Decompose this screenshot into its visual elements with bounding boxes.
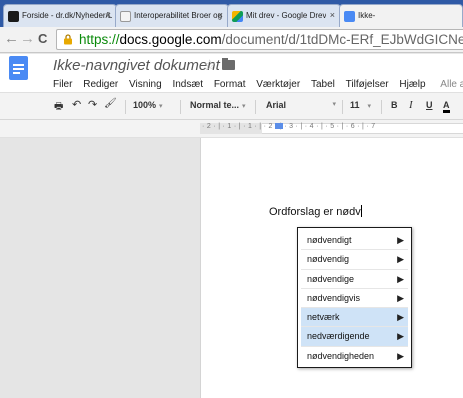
chevron-down-icon: ▾ [332, 101, 336, 108]
close-tab-icon[interactable]: × [106, 10, 111, 20]
folder-icon[interactable] [222, 58, 235, 70]
font-size-value: 11 [350, 100, 360, 110]
toolbar-divider [381, 100, 382, 114]
docs-header: Ikke-navngivet dokument ☆ Filer Rediger … [0, 54, 463, 92]
play-arrow-icon[interactable]: ▶ [397, 270, 404, 289]
toolbar-divider [255, 100, 256, 114]
underline-button[interactable]: U [426, 100, 433, 110]
suggestion-word: nødvendigheden [307, 350, 375, 361]
back-arrow-icon[interactable]: ← [4, 30, 19, 48]
play-arrow-icon[interactable]: ▶ [397, 308, 404, 327]
star-icon[interactable]: ☆ [203, 56, 216, 74]
tab-title: Forside - dr.dk/Nyheder/Ligε [22, 11, 112, 20]
toolbar-divider [342, 100, 343, 114]
close-tab-icon[interactable]: × [218, 10, 223, 20]
menu-tabel[interactable]: Tabel [311, 79, 335, 90]
italic-button[interactable]: I [409, 99, 413, 111]
browser-tab-dr[interactable]: Forside - dr.dk/Nyheder/Ligε × [3, 4, 117, 27]
text-color-button[interactable]: A [443, 100, 450, 113]
menu-indsaet[interactable]: Indsæt [172, 79, 203, 90]
browser-navbar: ← → C https://docs.google.com/document/d… [0, 27, 463, 53]
suggestion-item[interactable]: nødvendig ▶ [301, 250, 408, 270]
suggestion-item[interactable]: nedværdigende ▶ [301, 327, 408, 347]
style-dropdown[interactable]: Normal te... ▾ [190, 100, 246, 110]
menu-visning[interactable]: Visning [129, 79, 162, 90]
menu-rediger[interactable]: Rediger [83, 79, 118, 90]
suggestion-word: nødvendigt [307, 235, 352, 245]
suggestion-item[interactable]: nødvendigt ▶ [301, 231, 408, 251]
font-size-dropdown[interactable]: 11 ▾ [350, 100, 371, 110]
ruler: · 2 · | · 1 · | · 1 · | · 2 · | · 3 · | … [0, 120, 463, 138]
browser-tab-docs[interactable]: Ikke- [339, 4, 463, 27]
suggestion-word: nedværdigende [307, 331, 370, 342]
font-value: Arial [266, 100, 287, 110]
all-changes-saved-link[interactable]: Alle ændr [440, 79, 463, 90]
menu-hjaelp[interactable]: Hjælp [399, 79, 425, 90]
google-docs-icon [344, 11, 355, 22]
dr-favicon-icon [8, 11, 19, 22]
close-tab-icon[interactable]: × [330, 10, 335, 20]
google-drive-icon [232, 11, 243, 22]
chevron-down-icon: ▾ [367, 103, 372, 110]
print-icon[interactable]: 🖶 [54, 99, 63, 116]
redo-icon[interactable]: ↷ [88, 98, 97, 111]
chevron-down-icon: ▾ [159, 103, 163, 110]
paint-format-icon[interactable]: 🖌 [104, 98, 117, 109]
chevron-down-icon: ▾ [242, 103, 246, 110]
url-scheme: https:// [79, 32, 120, 47]
reload-icon[interactable]: C [38, 30, 47, 48]
suggestion-word: netværk [307, 312, 340, 323]
address-bar[interactable]: https://docs.google.com/document/d/1tdDM… [56, 29, 463, 50]
browser-tab-interoperabilitet[interactable]: Interoperabilitet Broer og La × [115, 4, 229, 27]
toolbar-divider [180, 100, 181, 114]
tab-title: Mit drev - Google Drev [246, 11, 327, 20]
suggestion-item[interactable]: nødvendige ▶ [301, 270, 408, 289]
menu-bar: Filer Rediger Visning Indsæt Format Værk… [53, 79, 463, 90]
suggestion-word: nødvendig [307, 254, 350, 265]
forward-arrow-icon[interactable]: → [20, 30, 35, 48]
suggestion-word: nødvendigvis [307, 292, 361, 303]
url-path: /document/d/1tdDMc-ERf_EJbWdGICNeGC6ufwt [221, 32, 463, 47]
undo-icon[interactable]: ↶ [72, 98, 81, 111]
play-arrow-icon[interactable]: ▶ [397, 327, 404, 346]
browser-tab-strip: Forside - dr.dk/Nyheder/Ligε × Interoper… [0, 0, 463, 27]
toolbar-divider [125, 100, 126, 114]
url-host: docs.google.com [119, 32, 222, 47]
document-body-text[interactable]: Ordforslag er nødv [269, 205, 362, 218]
suggestion-item[interactable]: nødvendigheden ▶ [301, 347, 408, 366]
play-arrow-icon[interactable]: ▶ [397, 231, 404, 250]
play-arrow-icon[interactable]: ▶ [397, 250, 404, 269]
text-cursor [360, 205, 362, 217]
google-docs-logo-icon[interactable] [9, 56, 28, 80]
tab-title: Ikke- [358, 11, 376, 20]
zoom-dropdown[interactable]: 100% ▾ [133, 100, 163, 110]
menu-tilfojelser[interactable]: Tilføjelser [346, 79, 389, 90]
document-title[interactable]: Ikke-navngivet dokument [53, 57, 220, 74]
menu-vaerktojer[interactable]: Værktøjer [256, 79, 300, 90]
formatting-toolbar: 🖶 ↶ ↷ 🖌 100% ▾ Normal te... ▾ Arial ▾ 11 ▾ B… [0, 92, 463, 120]
style-value: Normal te... [190, 100, 240, 110]
indent-marker-icon[interactable] [275, 123, 283, 129]
document-favicon-icon [120, 11, 131, 22]
menu-filer[interactable]: Filer [53, 79, 72, 90]
lock-icon [64, 34, 72, 45]
ruler-ticks: · 2 · | · 1 · | · 1 · | · 2 · | · 3 · | … [202, 123, 376, 130]
play-arrow-icon[interactable]: ▶ [397, 347, 404, 366]
zoom-value: 100% [133, 100, 157, 110]
tab-title: Interoperabilitet Broer og La [134, 11, 224, 20]
suggestion-item[interactable]: nødvendigvis ▶ [301, 289, 408, 309]
bold-button[interactable]: B [391, 100, 398, 110]
menu-format[interactable]: Format [214, 79, 246, 90]
browser-tab-drive[interactable]: Mit drev - Google Drev × [227, 4, 341, 27]
suggestion-item[interactable]: netværk ▶ [301, 308, 408, 328]
typed-text: Ordforslag er nødv [269, 206, 361, 218]
suggestion-word: nødvendige [307, 273, 355, 284]
word-suggestion-popup: nødvendigt ▶ nødvendig ▶ nødvendige ▶ nødve… [297, 227, 412, 368]
play-arrow-icon[interactable]: ▶ [397, 289, 404, 308]
font-dropdown[interactable]: Arial ▾ [266, 100, 336, 110]
